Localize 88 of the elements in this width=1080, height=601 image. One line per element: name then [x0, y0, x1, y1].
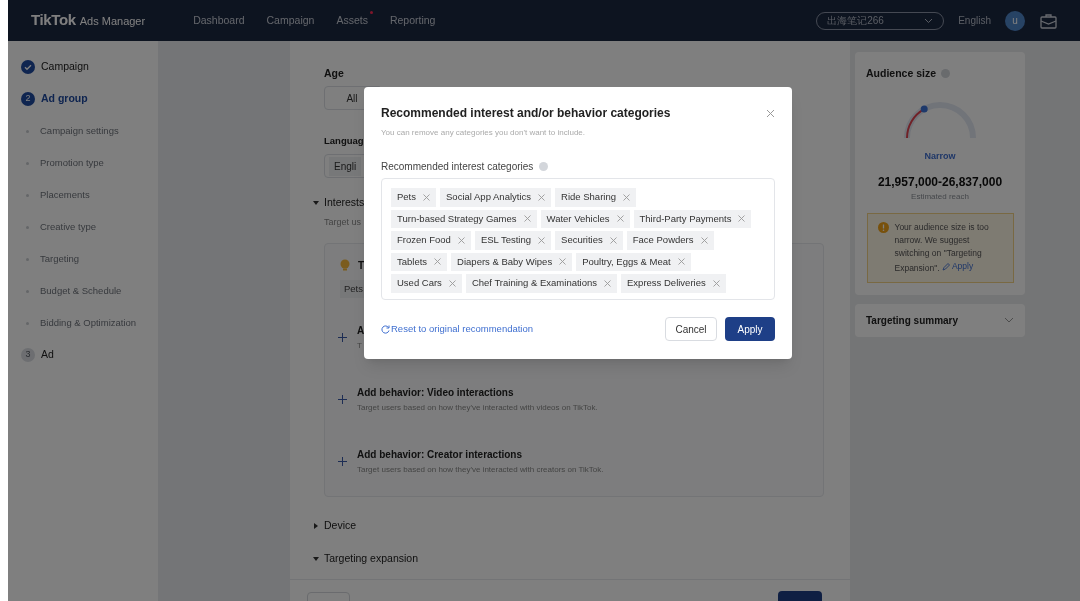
- gauge-track: [904, 101, 976, 138]
- apply-link[interactable]: Apply: [941, 260, 974, 274]
- plus-icon: [338, 457, 347, 467]
- remove-icon[interactable]: [677, 258, 685, 266]
- language-link[interactable]: English: [958, 13, 991, 28]
- tag-label: Third-Party Payments: [639, 211, 732, 226]
- nav-link[interactable]: Dashboard: [193, 12, 245, 29]
- section-title[interactable]: Device: [324, 518, 357, 535]
- sidebar-item[interactable]: Targeting: [40, 251, 80, 267]
- sidebar-item[interactable]: Campaign settings: [40, 123, 119, 139]
- section-title[interactable]: Targeting expansion: [324, 551, 418, 568]
- plus-icon: [338, 395, 347, 405]
- remove-icon[interactable]: [616, 215, 624, 223]
- tag-label: Securities: [561, 233, 603, 248]
- apply-button[interactable]: Apply: [725, 317, 775, 341]
- summary-card[interactable]: Targeting summary: [855, 303, 1025, 337]
- tag-label: Turn-based Strategy Games: [397, 211, 517, 226]
- remove-icon[interactable]: [712, 279, 720, 287]
- remove-icon[interactable]: [559, 258, 567, 266]
- remove-icon[interactable]: [538, 236, 546, 244]
- remove-icon[interactable]: [738, 215, 746, 223]
- tag-label: Pets: [397, 190, 416, 205]
- tag-label: Water Vehicles: [546, 211, 610, 226]
- language-tag: Engli: [329, 156, 362, 176]
- card-title: Targeting summary: [866, 313, 959, 328]
- warning-text: Your audience size is too narrow. We suggest switching on "Targeting Expansion". Apply: [894, 221, 990, 275]
- tag-label: Face Powders: [632, 233, 694, 248]
- dialog-title: Recommended interest and/or behavior categories: [381, 105, 671, 122]
- sidebar-item[interactable]: Promotion type: [40, 155, 104, 171]
- cancel-button[interactable]: Cancel: [665, 317, 717, 341]
- field-label: Recommended interest categories: [381, 160, 534, 174]
- tag-label: Express Deliveries: [627, 276, 706, 291]
- warning-icon: [877, 222, 889, 234]
- nav-link[interactable]: Campaign: [266, 12, 315, 29]
- tag-label: Frozen Food: [397, 233, 451, 248]
- remove-icon[interactable]: [423, 193, 430, 201]
- tag-label: Diapers & Baby Wipes: [457, 254, 553, 269]
- sidebar-item[interactable]: Creative type: [40, 219, 96, 235]
- nav-link[interactable]: Assets: [336, 12, 368, 29]
- remove-icon[interactable]: [448, 279, 456, 287]
- product-name: Ads Manager: [79, 14, 146, 30]
- briefcase-icon[interactable]: [1040, 12, 1057, 29]
- remove-icon[interactable]: [457, 236, 465, 244]
- card-title: Audience size: [866, 66, 937, 81]
- reach-range: 21,957,000-26,837,000: [877, 174, 1003, 192]
- sidebar-step[interactable]: Campaign: [41, 59, 89, 75]
- sidebar-item[interactable]: Bidding & Optimization: [40, 315, 137, 331]
- sidebar-item[interactable]: Placements: [40, 187, 90, 203]
- sidebar-step[interactable]: Ad group: [41, 91, 88, 107]
- refresh-icon: [381, 324, 390, 334]
- pencil-icon: [941, 262, 950, 271]
- remove-icon[interactable]: [700, 236, 708, 244]
- next-button[interactable]: [778, 591, 822, 601]
- tag-label: Ride Sharing: [561, 190, 616, 205]
- remove-icon[interactable]: [434, 258, 442, 266]
- gauge-rating: Narrow: [924, 149, 956, 163]
- tag-label: ESL Testing: [480, 233, 532, 248]
- section-title[interactable]: Interests: [324, 195, 365, 211]
- plus-icon: [338, 333, 347, 343]
- close-icon[interactable]: [766, 108, 775, 118]
- tag-label: Social App Analytics: [446, 190, 532, 205]
- behavior-title[interactable]: Add behavior: Creator interactions: [357, 447, 604, 460]
- remove-icon[interactable]: [538, 193, 546, 201]
- tag-label: Poultry, Eggs & Meat: [582, 254, 671, 269]
- sidebar-step[interactable]: Ad: [41, 347, 54, 363]
- nav-link[interactable]: Reporting: [389, 12, 436, 29]
- remove-icon[interactable]: [622, 193, 630, 201]
- sidebar-item[interactable]: Budget & Schedule: [40, 283, 122, 299]
- step-number: 2: [21, 92, 35, 106]
- logo-text: TikTok: [31, 10, 76, 31]
- card-title: T: [358, 258, 365, 273]
- avatar[interactable]: u: [1005, 10, 1025, 31]
- tag-label: Used Cars: [397, 276, 442, 291]
- remove-icon[interactable]: [604, 279, 612, 287]
- remove-icon[interactable]: [523, 215, 531, 223]
- reset-link[interactable]: Reset to original recommendation: [381, 321, 534, 337]
- tag-label: Tablets: [397, 254, 428, 269]
- tag-label: Chef Training & Examinations: [471, 276, 598, 291]
- dialog-subtitle: You can remove any categories you don't want to include.: [381, 127, 587, 139]
- field-label: Languag: [324, 134, 364, 148]
- help-icon: [539, 162, 549, 171]
- lightbulb-icon: [340, 259, 350, 271]
- chevron-down-icon: [924, 17, 934, 24]
- behavior-title[interactable]: A: [357, 323, 365, 336]
- behavior-title[interactable]: Add behavior: Video interactions: [357, 385, 598, 398]
- remove-icon[interactable]: [609, 236, 617, 244]
- field-label: Age: [324, 66, 344, 80]
- step-number: 3: [21, 348, 35, 362]
